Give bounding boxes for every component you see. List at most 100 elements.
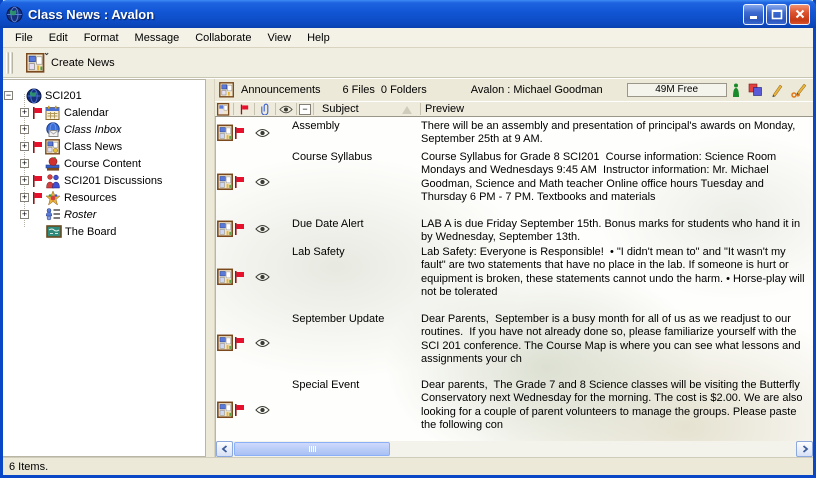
expand-box-icon[interactable]: + <box>20 142 29 151</box>
resources-icon <box>45 190 61 206</box>
tree-label: Class News <box>64 141 122 153</box>
expand-box-icon[interactable]: + <box>20 193 29 202</box>
message-row-due-date-alert[interactable]: Due Date Alert LAB A is due Friday Septe… <box>216 215 813 243</box>
message-preview: Lab Safety: Everyone is Responsible! • "… <box>421 246 811 300</box>
menubar: File Edit Format Message Collaborate Vie… <box>3 28 813 48</box>
create-news-label: Create News <box>51 57 115 69</box>
item-type-column-icon[interactable] <box>215 103 231 116</box>
menu-format[interactable]: Format <box>76 30 127 46</box>
conference-tree-pane: − SCI201 + <box>3 79 206 457</box>
menu-view[interactable]: View <box>259 30 299 46</box>
unread-flag-icon <box>234 176 245 188</box>
toolbar-grip[interactable] <box>6 52 9 74</box>
toolbar-grip[interactable] <box>10 52 13 74</box>
message-subject: Special Event <box>292 379 414 391</box>
eye-icon <box>255 338 270 348</box>
conference-globe-icon <box>26 88 42 104</box>
menu-collaborate[interactable]: Collaborate <box>187 30 259 46</box>
message-row-course-syllabus[interactable]: Course Syllabus Course Syllabus for Grad… <box>216 148 813 215</box>
unread-flag-icon <box>32 141 43 153</box>
tree: − SCI201 + <box>3 87 205 240</box>
tree-label: Course Content <box>64 158 141 170</box>
menu-message[interactable]: Message <box>127 30 188 46</box>
scroll-left-button[interactable] <box>216 441 233 457</box>
roster-icon <box>45 207 61 223</box>
tree-item-resources[interactable]: + Resources <box>3 189 205 206</box>
tree-item-roster[interactable]: + Roster <box>3 206 205 223</box>
menu-help[interactable]: Help <box>299 30 338 46</box>
tree-item-class-inbox[interactable]: + Class Inbox <box>3 121 205 138</box>
close-button[interactable] <box>789 4 810 25</box>
eye-icon <box>255 177 270 187</box>
pane-splitter[interactable] <box>206 79 215 457</box>
unread-flag-icon <box>32 107 43 119</box>
unread-flag-icon <box>234 337 245 349</box>
scrollbar-thumb[interactable] <box>234 442 390 456</box>
unread-flag-icon <box>32 175 43 187</box>
message-subject: Course Syllabus <box>292 151 414 163</box>
expand-box-icon[interactable]: + <box>20 125 29 134</box>
expand-box-icon[interactable]: + <box>20 108 29 117</box>
tree-label: SCI201 Discussions <box>64 175 162 187</box>
pane-header: Announcements 6 Files 0 Folders Avalon :… <box>215 79 813 101</box>
calendar-icon <box>45 105 61 121</box>
menu-file[interactable]: File <box>7 30 41 46</box>
eye-icon <box>255 272 270 282</box>
minimize-button[interactable] <box>743 4 764 25</box>
message-list: Assembly There will be an assembly and p… <box>215 117 813 441</box>
maximize-button[interactable] <box>766 4 787 25</box>
scroll-right-button[interactable] <box>796 441 813 457</box>
online-user-icon[interactable] <box>732 83 740 97</box>
news-icon <box>45 139 61 155</box>
pane-title: Announcements <box>241 84 321 96</box>
globe-icon <box>6 6 23 23</box>
unread-flag-icon <box>234 404 245 416</box>
pencil-icon[interactable] <box>771 83 783 97</box>
tree-label: Roster <box>64 209 96 221</box>
message-preview: LAB A is due Friday September 15th. Bonu… <box>421 218 811 245</box>
attachment-column-icon[interactable] <box>257 103 273 115</box>
tree-item-course-content[interactable]: + Course Content <box>3 155 205 172</box>
sort-ascending-icon[interactable] <box>402 106 412 114</box>
tree-item-sci201[interactable]: − SCI201 <box>3 87 205 104</box>
files-count: 6 Files <box>343 84 375 96</box>
toolbar: ⌄ Create News <box>3 48 813 78</box>
message-subject: September Update <box>292 313 414 325</box>
unread-flag-icon <box>234 127 245 139</box>
create-news-icon: ⌄ <box>26 53 46 73</box>
tree-item-calendar[interactable]: + Calendar <box>3 104 205 121</box>
horizontal-scrollbar[interactable] <box>215 441 813 457</box>
message-row-lab-safety[interactable]: Lab Safety Lab Safety: Everyone is Respo… <box>216 243 813 310</box>
discussions-icon <box>45 173 61 189</box>
new-item-mark: ⌄ <box>43 48 50 57</box>
flag-column-icon[interactable] <box>236 104 252 115</box>
news-item-icon <box>217 173 234 190</box>
news-icon <box>219 82 235 98</box>
subject-column-header[interactable]: Subject <box>322 103 359 115</box>
tree-item-sci201-discussions[interactable]: + SCI201 Discussions <box>3 172 205 189</box>
preview-column-header[interactable]: Preview <box>420 103 464 115</box>
collapse-box-icon[interactable]: − <box>4 91 13 100</box>
message-row-september-update[interactable]: September Update Dear Parents, September… <box>216 310 813 376</box>
layers-icon[interactable] <box>748 83 763 97</box>
column-header: − Subject Preview <box>215 101 813 117</box>
tree-label: SCI201 <box>45 90 82 102</box>
board-icon <box>46 224 62 240</box>
eye-column-icon[interactable] <box>278 105 294 114</box>
titlebar[interactable]: Class News : Avalon <box>0 0 816 28</box>
create-news-button[interactable]: ⌄ Create News <box>23 50 122 76</box>
menu-edit[interactable]: Edit <box>41 30 76 46</box>
expand-box-icon[interactable]: + <box>20 176 29 185</box>
expand-box-icon[interactable]: + <box>20 159 29 168</box>
signature-pencil-icon[interactable] <box>791 83 807 98</box>
message-subject: Due Date Alert <box>292 218 414 230</box>
collapse-all-icon[interactable]: − <box>299 104 311 115</box>
tree-item-class-news[interactable]: + Class News <box>3 138 205 155</box>
window-title: Class News : Avalon <box>28 7 741 22</box>
message-row-assembly[interactable]: Assembly There will be an assembly and p… <box>216 117 813 148</box>
eye-icon <box>255 128 270 138</box>
expand-box-icon[interactable]: + <box>20 210 29 219</box>
message-row-special-event[interactable]: Special Event Dear parents, The Grade 7 … <box>216 376 813 441</box>
tree-item-the-board[interactable]: The Board <box>3 223 205 240</box>
tree-label: Calendar <box>64 107 109 119</box>
